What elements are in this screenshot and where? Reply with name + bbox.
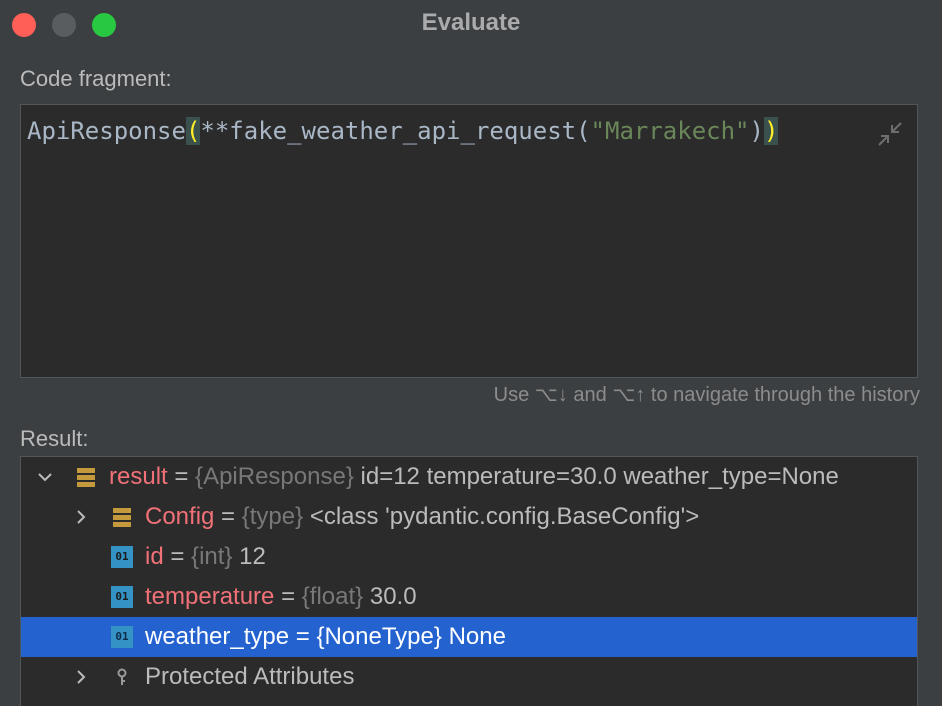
variable-value: <class 'pydantic.config.BaseConfig'>	[309, 503, 700, 530]
variable-name: id	[145, 543, 164, 570]
collapse-editor-icon[interactable]	[877, 121, 903, 147]
variable-type: {float}	[301, 583, 364, 610]
primitive-01-icon: 01	[111, 546, 133, 568]
result-tree[interactable]: result = {ApiResponse} id=12 temperature…	[20, 456, 918, 706]
code-call: **fake_weather_api_request(	[200, 117, 591, 145]
tree-row-protected-attributes[interactable]: Protected Attributes	[21, 657, 917, 697]
code-fragment-editor[interactable]: ApiResponse(**fake_weather_api_request("…	[20, 104, 918, 378]
code-string-literal: "Marrakech"	[590, 117, 750, 145]
chevron-down-icon[interactable]	[35, 467, 55, 487]
chevron-right-icon[interactable]	[71, 667, 91, 687]
group-label: Protected Attributes	[145, 663, 355, 690]
variable-name: temperature	[145, 583, 275, 610]
code-text[interactable]: ApiResponse(**fake_weather_api_request("…	[27, 117, 779, 145]
object-icon	[113, 508, 131, 527]
variable-value: None	[448, 623, 506, 650]
tree-row-weather-type[interactable]: 01 weather_type = {NoneType} None	[21, 617, 917, 657]
code-class-name: ApiResponse	[27, 117, 186, 145]
code-close-paren: )	[763, 117, 779, 145]
title-bar: Evaluate	[0, 0, 942, 50]
variable-value: 30.0	[369, 583, 417, 610]
code-open-paren: (	[185, 117, 201, 145]
variable-type: {int}	[191, 543, 233, 570]
primitive-01-icon: 01	[111, 626, 133, 648]
variable-type: {type}	[241, 503, 304, 530]
variable-value: id=12 temperature=30.0 weather_type=None	[360, 463, 839, 490]
variable-name: weather_type	[145, 623, 290, 650]
variable-type: {NoneType}	[316, 623, 442, 650]
variable-name: result	[109, 463, 168, 490]
history-hint: Use ⌥↓ and ⌥↑ to navigate through the hi…	[493, 384, 920, 406]
object-icon	[77, 468, 95, 487]
tree-row-config[interactable]: Config = {type} <class 'pydantic.config.…	[21, 497, 917, 537]
variable-type: {ApiResponse}	[195, 463, 354, 490]
primitive-01-icon: 01	[111, 586, 133, 608]
variable-name: Config	[145, 503, 215, 530]
result-label: Result:	[20, 426, 89, 451]
tree-row-temperature[interactable]: 01 temperature = {float} 30.0	[21, 577, 917, 617]
variable-value: 12	[239, 543, 266, 570]
tree-row-result[interactable]: result = {ApiResponse} id=12 temperature…	[21, 457, 917, 497]
code-fragment-label: Code fragment:	[20, 66, 172, 91]
chevron-right-icon[interactable]	[71, 507, 91, 527]
code-inner-close-paren: )	[749, 117, 764, 145]
tree-row-id[interactable]: 01 id = {int} 12	[21, 537, 917, 577]
window-title: Evaluate	[421, 9, 521, 36]
key-icon	[117, 668, 127, 685]
